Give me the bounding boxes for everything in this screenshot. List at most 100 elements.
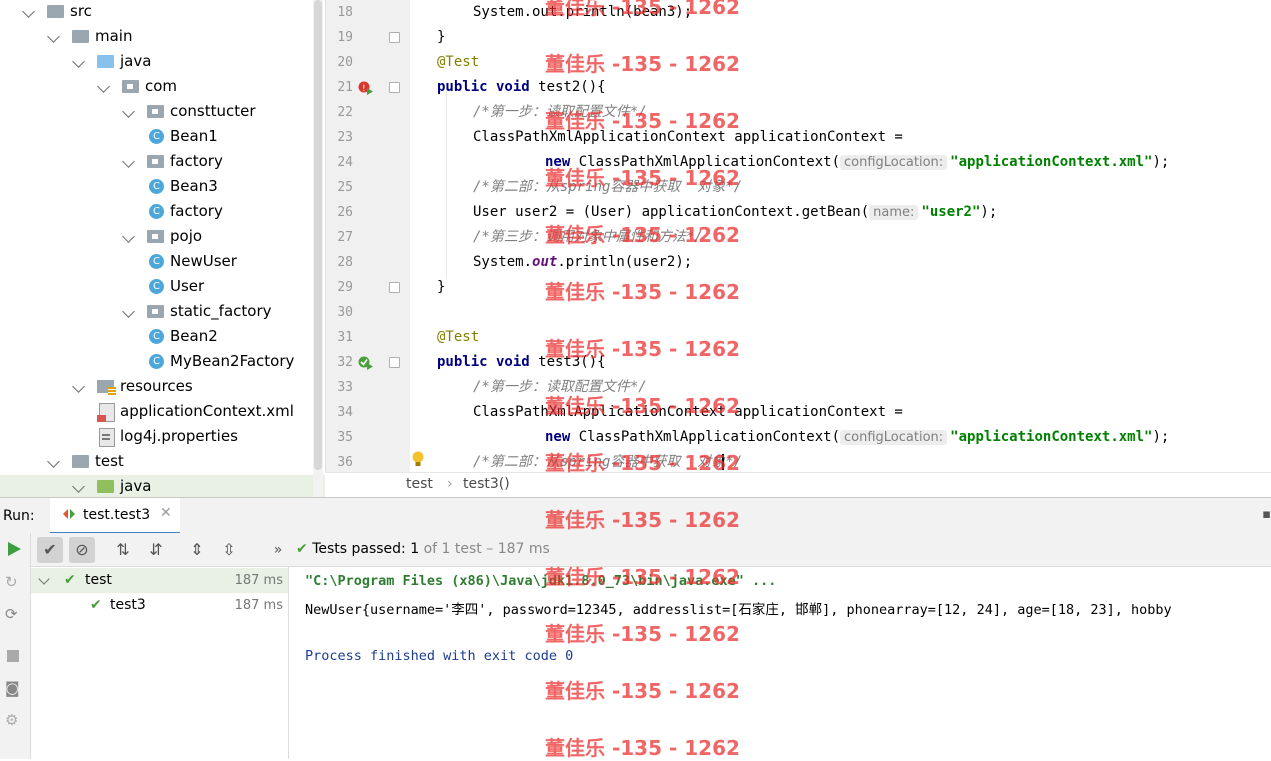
tree-item[interactable]: pojo: [0, 225, 325, 250]
line-number: 29: [337, 280, 353, 295]
camera-icon[interactable]: ◙: [5, 679, 20, 697]
tree-item[interactable]: applicationContext.xml: [0, 400, 325, 425]
tree-item[interactable]: C Bean3: [0, 175, 325, 200]
test-duration: 187 ms: [234, 573, 283, 588]
collapse-all-icon[interactable]: ⇳: [216, 537, 242, 563]
tree-item[interactable]: C Bean2: [0, 325, 325, 350]
package-icon: [147, 305, 164, 318]
breadcrumb-item[interactable]: test: [406, 476, 433, 492]
tree-item[interactable]: resources: [0, 375, 325, 400]
chevron-down-icon[interactable]: [47, 30, 60, 43]
tree-item[interactable]: static_factory: [0, 300, 325, 325]
run-test-icon[interactable]: !: [358, 80, 374, 99]
chevron-down-icon[interactable]: [72, 55, 85, 68]
tree-item[interactable]: C NewUser: [0, 250, 325, 275]
settings-icon[interactable]: ⚙: [5, 711, 18, 729]
tree-item-label: java: [120, 52, 152, 70]
chevron-down-icon[interactable]: [38, 573, 50, 585]
tree-item-label: pojo: [170, 227, 203, 245]
fold-marker[interactable]: [389, 32, 400, 43]
sort-alpha-icon[interactable]: ⇅: [110, 537, 136, 563]
line-number: 30: [337, 305, 353, 320]
watermark: 董佳乐 -135 - 1262: [545, 0, 740, 19]
project-scroll-thumb[interactable]: [314, 0, 322, 470]
tree-item[interactable]: C MyBean2Factory: [0, 350, 325, 375]
rerun-icon[interactable]: [6, 541, 22, 561]
breadcrumb-item[interactable]: test3(): [463, 476, 510, 492]
tree-item[interactable]: test: [0, 450, 325, 475]
tree-item[interactable]: factory: [0, 150, 325, 175]
chevron-down-icon[interactable]: [122, 230, 135, 243]
package-icon: [147, 230, 164, 243]
code-line-20: @Test: [437, 54, 480, 70]
test-config-icon: [61, 506, 77, 526]
line-number: 23: [337, 130, 353, 145]
fold-marker[interactable]: [389, 82, 400, 93]
tree-item-label: main: [95, 27, 133, 45]
indent-guide: [446, 88, 447, 278]
source-folder-icon: [97, 55, 114, 68]
tree-item[interactable]: C Bean1: [0, 125, 325, 150]
run-test-icon[interactable]: [358, 355, 374, 374]
stop-icon[interactable]: [7, 650, 19, 662]
class-icon: C: [149, 179, 164, 194]
line-number: 28: [337, 255, 353, 270]
tree-item[interactable]: src: [0, 0, 325, 25]
settings-icon[interactable]: ▪: [1262, 507, 1271, 522]
test-tree-row[interactable]: ✔ test3 187 ms: [31, 593, 288, 618]
chevron-down-icon[interactable]: [97, 80, 110, 93]
package-icon: [147, 155, 164, 168]
tree-item[interactable]: com: [0, 75, 325, 100]
watermark: 董佳乐 -135 - 1262: [545, 565, 740, 589]
more-actions-icon[interactable]: »: [265, 537, 291, 563]
project-scrollbar[interactable]: [313, 0, 323, 497]
test-duration: 187 ms: [234, 598, 283, 613]
param-hint: configLocation:: [840, 155, 948, 170]
fold-marker[interactable]: [389, 282, 400, 293]
tree-item[interactable]: java: [0, 475, 325, 497]
chevron-down-icon[interactable]: [122, 105, 135, 118]
show-passed-icon[interactable]: ✔: [37, 537, 63, 563]
class-icon: C: [149, 129, 164, 144]
folder-icon: [72, 30, 89, 43]
toggle-auto-test-icon[interactable]: ⟳: [5, 605, 18, 623]
tree-item-label: test: [95, 452, 124, 470]
sort-duration-icon[interactable]: ⇵: [143, 537, 169, 563]
console-output[interactable]: "C:\Program Files (x86)\Java\jdk1.8.0_73…: [289, 567, 1271, 759]
console-line: Process finished with exit code 0: [305, 648, 574, 664]
tree-item-label: src: [70, 2, 92, 20]
watermark: 董佳乐 -135 - 1262: [545, 394, 740, 418]
tree-item[interactable]: log4j.properties: [0, 425, 325, 450]
rerun-failed-icon[interactable]: ↻: [5, 573, 18, 591]
chevron-down-icon[interactable]: [47, 455, 60, 468]
folder-icon: [72, 455, 89, 468]
project-tree: src main java com consttucter C Bean1 factory C B…: [0, 0, 325, 497]
chevron-down-icon[interactable]: [72, 380, 85, 393]
close-icon[interactable]: ✕: [160, 505, 172, 521]
watermark: 董佳乐 -135 - 1262: [545, 280, 740, 304]
chevron-down-icon[interactable]: [122, 155, 135, 168]
tree-item[interactable]: main: [0, 25, 325, 50]
code-editor[interactable]: System.out.println(bean3); } @Test publi…: [410, 0, 1271, 472]
test-tree-row[interactable]: ✔ test 187 ms: [31, 568, 288, 593]
code-line-29: }: [437, 279, 446, 295]
run-label: Run:: [3, 508, 35, 524]
chevron-down-icon[interactable]: [122, 305, 135, 318]
run-tab-title: test.test3: [83, 507, 151, 523]
run-tab[interactable]: test.test3 ✕: [50, 498, 180, 535]
line-number: 31: [337, 330, 353, 345]
show-ignored-icon[interactable]: ⊘: [69, 537, 95, 563]
lightbulb-icon[interactable]: [410, 450, 426, 471]
tree-item[interactable]: C User: [0, 275, 325, 300]
chevron-down-icon[interactable]: [72, 480, 85, 493]
expand-all-icon[interactable]: ⇕: [184, 537, 210, 563]
chevron-down-icon[interactable]: [22, 5, 35, 18]
line-number: 33: [337, 380, 353, 395]
tree-item[interactable]: consttucter: [0, 100, 325, 125]
tree-item[interactable]: java: [0, 50, 325, 75]
breadcrumb: test › test3(): [325, 472, 1271, 498]
line-number: 34: [337, 405, 353, 420]
fold-marker[interactable]: [389, 357, 400, 368]
tree-item[interactable]: Cfactory: [0, 200, 325, 225]
line-number: 26: [337, 205, 353, 220]
